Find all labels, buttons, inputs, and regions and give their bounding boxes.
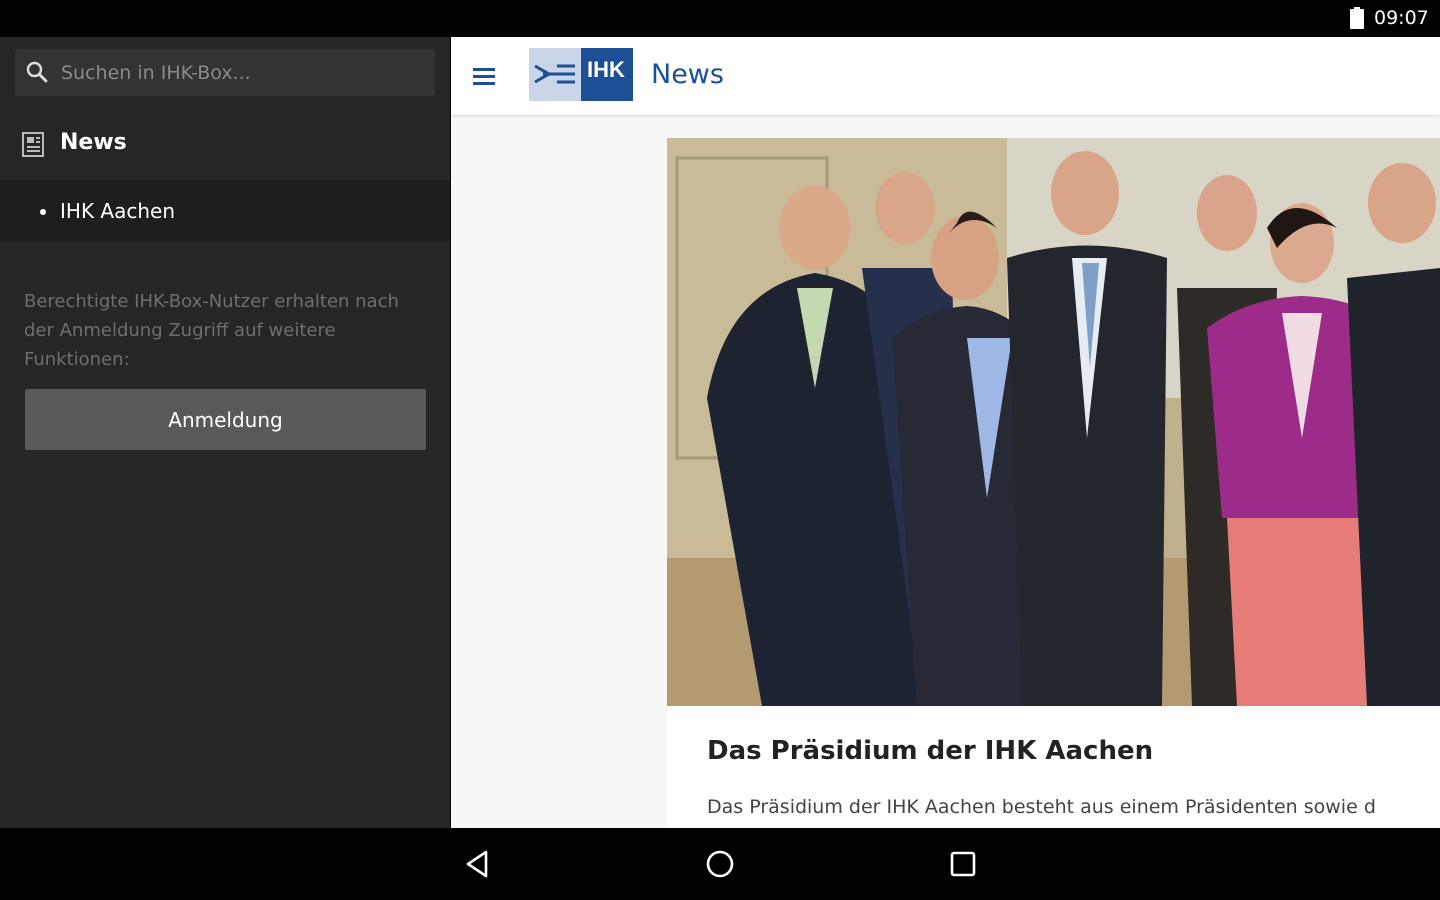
- article-title: Das Präsidium der IHK Aachen: [707, 736, 1154, 766]
- search-input[interactable]: [61, 49, 421, 96]
- status-time: 09:07: [1374, 7, 1429, 29]
- ihk-logo: IHK: [529, 48, 633, 101]
- article-photo: [667, 138, 1440, 706]
- article-teaser: Das Präsidium der IHK Aachen besteht aus…: [707, 796, 1376, 818]
- app-toolbar: IHK News: [451, 37, 1440, 115]
- recents-icon[interactable]: [945, 846, 981, 882]
- navigation-drawer: News IHK Aachen Berechtigte IHK-Box-Nutz…: [0, 37, 450, 828]
- back-icon[interactable]: [460, 846, 496, 882]
- status-bar: 09:07: [0, 0, 1440, 37]
- page-title: News: [651, 59, 724, 90]
- search-icon: [26, 61, 48, 83]
- login-info-text: Berechtigte IHK-Box-Nutzer erhalten nach…: [24, 291, 399, 370]
- system-navigation-bar: [0, 828, 1440, 900]
- login-button[interactable]: Anmeldung: [25, 389, 426, 450]
- news-card[interactable]: Das Präsidium der IHK Aachen Das Präsidi…: [667, 138, 1440, 828]
- svg-text:IHK: IHK: [587, 57, 625, 82]
- search-box[interactable]: [15, 49, 435, 96]
- newspaper-icon: [22, 132, 44, 157]
- main-content: IHK News Das Präsidium der IHK Aachen Da…: [451, 37, 1440, 828]
- sidebar-item-ihk-aachen[interactable]: IHK Aachen: [0, 180, 450, 242]
- sidebar-item-label: IHK Aachen: [60, 199, 175, 223]
- sidebar-item-label: News: [60, 130, 127, 155]
- sidebar-item-news[interactable]: News: [0, 110, 450, 180]
- bullet-icon: [40, 209, 46, 215]
- menu-icon[interactable]: [473, 68, 495, 86]
- battery-icon: [1350, 7, 1364, 29]
- home-icon[interactable]: [702, 846, 738, 882]
